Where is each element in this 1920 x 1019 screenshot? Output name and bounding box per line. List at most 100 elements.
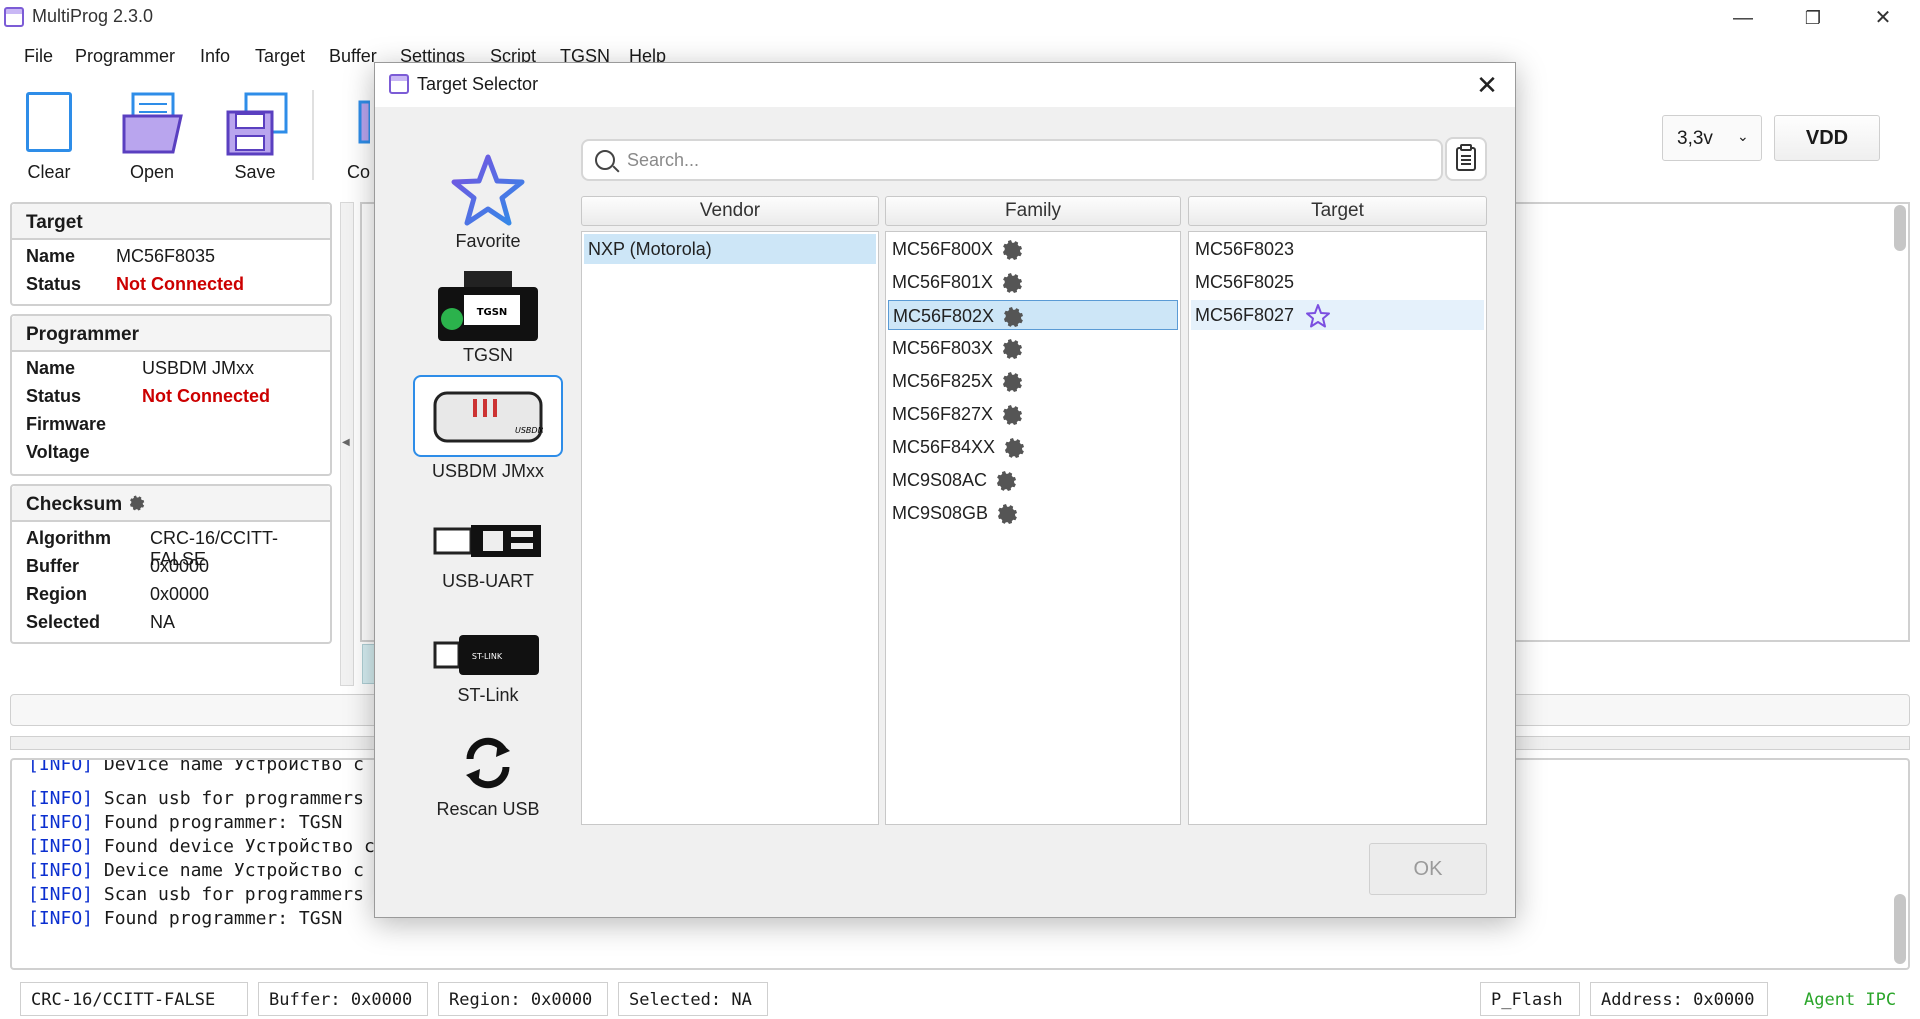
- target-list: MC56F8023 MC56F8025 MC56F8027: [1188, 231, 1487, 825]
- programmer-voltage-row: Voltage: [12, 442, 330, 470]
- gear-icon[interactable]: [994, 502, 1018, 526]
- family-item[interactable]: MC9S08GB: [888, 498, 1178, 528]
- restore-button[interactable]: ❐: [1790, 4, 1836, 32]
- checksum-algorithm-row: Algorithm CRC-16/CCITT-FALSE: [12, 528, 330, 569]
- log-scrollbar-thumb[interactable]: [1894, 894, 1906, 964]
- family-item-label: MC56F825X: [892, 371, 994, 391]
- gear-icon[interactable]: [127, 494, 145, 518]
- gear-icon[interactable]: [999, 337, 1023, 361]
- programmer-firmware-row: Firmware: [12, 414, 330, 442]
- save-button[interactable]: Save: [210, 92, 300, 183]
- refresh-icon: [458, 733, 518, 793]
- menu-info[interactable]: Info: [200, 46, 230, 67]
- vendor-list: NXP (Motorola): [581, 231, 879, 825]
- family-list: MC56F800X MC56F801X MC56F802X MC56F803X …: [885, 231, 1181, 825]
- target-item-hovered[interactable]: MC56F8027: [1191, 300, 1484, 330]
- family-item-selected[interactable]: MC56F802X: [888, 300, 1178, 330]
- family-item[interactable]: MC56F825X: [888, 366, 1178, 396]
- programmer-usb-uart[interactable]: USB-UART: [413, 511, 563, 592]
- gear-icon[interactable]: [999, 403, 1023, 427]
- gear-icon[interactable]: [1000, 305, 1024, 329]
- clipboard-icon: [1456, 144, 1476, 171]
- family-item[interactable]: MC56F827X: [888, 399, 1178, 429]
- programmer-name-row: Name USBDM JMxx: [12, 358, 330, 386]
- programmer-status-value: Not Connected: [142, 386, 270, 406]
- collapse-arrow-icon: ◀: [342, 437, 350, 448]
- minimize-button[interactable]: —: [1720, 4, 1766, 32]
- status-agent: Agent IPC: [1804, 990, 1897, 1010]
- log-line: [INFO] Found programmer: TGSN: [28, 908, 343, 929]
- family-column-header[interactable]: Family: [885, 196, 1181, 226]
- panel-splitter[interactable]: ◀: [340, 202, 354, 686]
- menu-programmer[interactable]: Programmer: [75, 46, 175, 67]
- target-name-row: Name MC56F8035: [12, 246, 330, 274]
- search-input[interactable]: [627, 147, 1427, 173]
- programmer-status-row: Status Not Connected: [12, 386, 330, 414]
- target-item[interactable]: MC56F8025: [1191, 267, 1484, 297]
- target-panel: Target Name MC56F8035 Status Not Connect…: [10, 202, 332, 306]
- target-item[interactable]: MC56F8023: [1191, 234, 1484, 264]
- gear-icon[interactable]: [993, 469, 1017, 493]
- target-name-value: MC56F8035: [116, 246, 216, 266]
- vendor-column-header[interactable]: Vendor: [581, 196, 879, 226]
- svg-text:ST-LINK: ST-LINK: [472, 652, 503, 661]
- programmer-usbdm[interactable]: USBDM: [413, 375, 563, 457]
- target-name-label: Name: [26, 246, 76, 266]
- gear-icon[interactable]: [999, 271, 1023, 295]
- favorite-star-icon[interactable]: [1305, 303, 1331, 329]
- menu-target[interactable]: Target: [255, 46, 305, 67]
- checksum-buffer-row: Buffer 0x0000: [12, 556, 330, 584]
- app-title: MultiProg 2.3.0: [32, 6, 154, 26]
- programmer-name-label: Name: [26, 358, 76, 378]
- close-window-button[interactable]: ✕: [1860, 4, 1906, 32]
- target-status-row: Status Not Connected: [12, 274, 330, 302]
- voltage-select[interactable]: 3,3v ⌄: [1662, 115, 1762, 161]
- open-button[interactable]: Open: [107, 92, 197, 183]
- rescan-usb-button[interactable]: Rescan USB: [413, 733, 563, 820]
- family-item[interactable]: MC56F84XX: [888, 432, 1178, 462]
- target-panel-header: Target: [12, 204, 330, 240]
- svg-text:TGSN: TGSN: [477, 307, 508, 318]
- toolbar-separator: [312, 90, 314, 180]
- menu-file[interactable]: File: [24, 46, 53, 67]
- dialog-title: Target Selector: [417, 74, 539, 94]
- programmer-favorite[interactable]: Favorite: [413, 151, 563, 252]
- gear-icon[interactable]: [999, 370, 1023, 394]
- usbdm-device-icon: USBDM: [433, 387, 545, 447]
- gear-icon[interactable]: [999, 238, 1023, 262]
- log-line: [INFO] Device name Устройство с п: [28, 758, 386, 775]
- dialog-close-button[interactable]: ✕: [1471, 69, 1503, 101]
- log-line: [INFO] Scan usb for programmers: [28, 788, 364, 809]
- family-item-label: MC56F802X: [893, 306, 995, 326]
- checksum-selected-label: Selected: [26, 612, 101, 632]
- family-item[interactable]: MC56F801X: [888, 267, 1178, 297]
- family-item[interactable]: MC56F800X: [888, 234, 1178, 264]
- dialog-title-bar: Target Selector ✕: [375, 63, 1515, 107]
- target-column-header[interactable]: Target: [1188, 196, 1487, 226]
- checksum-header-label: Checksum: [26, 494, 123, 515]
- family-item[interactable]: MC9S08AC: [888, 465, 1178, 495]
- connect-button[interactable]: Co: [320, 92, 380, 183]
- programmer-tgsn[interactable]: TGSN TGSN: [413, 269, 563, 366]
- checksum-buffer-value: 0x0000: [150, 556, 210, 576]
- family-item-label: MC9S08AC: [892, 470, 988, 490]
- vendor-item[interactable]: NXP (Motorola): [584, 234, 876, 264]
- log-line: [INFO] Found programmer: TGSN: [28, 812, 343, 833]
- target-selector-dialog: Target Selector ✕ Favorite TGSN TGSN USB…: [374, 62, 1516, 918]
- gear-icon[interactable]: [1001, 436, 1025, 460]
- ok-button[interactable]: OK: [1369, 843, 1487, 895]
- hex-scrollbar-thumb[interactable]: [1894, 205, 1906, 251]
- search-box[interactable]: [581, 139, 1443, 181]
- vdd-button[interactable]: VDD: [1774, 115, 1880, 161]
- programmer-st-link[interactable]: ST-LINK ST-Link: [413, 625, 563, 706]
- clear-label: Clear: [27, 162, 71, 182]
- status-region: Region: 0x0000: [438, 982, 608, 1016]
- clear-button[interactable]: Clear: [4, 92, 94, 183]
- menu-buffer[interactable]: Buffer: [329, 46, 377, 67]
- family-item[interactable]: MC56F803X: [888, 333, 1178, 363]
- family-item-label: MC56F84XX: [892, 437, 996, 457]
- chip-icon: [330, 92, 372, 156]
- clipboard-button[interactable]: [1445, 137, 1487, 181]
- app-icon: [4, 7, 24, 27]
- open-label: Open: [129, 162, 175, 182]
